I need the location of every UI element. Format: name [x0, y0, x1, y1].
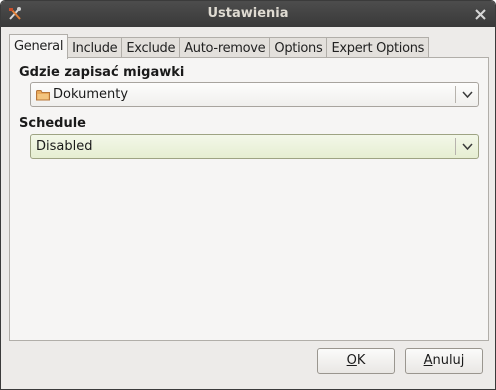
ok-label-rest: K — [356, 353, 366, 368]
tab-bar: General Include Exclude Auto-remove Opti… — [9, 34, 430, 59]
cancel-button[interactable]: Anuluj — [405, 348, 483, 374]
ok-button[interactable]: OK — [317, 348, 395, 374]
schedule-value-wrap: Disabled — [36, 139, 92, 154]
cancel-label-rest: nuluj — [432, 353, 465, 368]
tab-options[interactable]: Options — [269, 37, 328, 58]
snapshot-location-value-wrap: Dokumenty — [36, 87, 128, 102]
tab-exclude[interactable]: Exclude — [121, 37, 181, 58]
close-icon[interactable] — [473, 7, 488, 22]
tab-auto-remove[interactable]: Auto-remove — [179, 37, 271, 58]
snapshot-location-value: Dokumenty — [53, 87, 129, 102]
schedule-combo[interactable]: Disabled — [30, 134, 479, 159]
combo-separator — [455, 138, 456, 155]
title-bar[interactable]: Ustawienia — [1, 1, 495, 27]
chevron-down-icon[interactable] — [462, 142, 473, 151]
settings-notebook: General Include Exclude Auto-remove Opti… — [9, 34, 489, 341]
tab-include[interactable]: Include — [67, 37, 123, 58]
schedule-value: Disabled — [36, 139, 93, 154]
settings-dialog: Ustawienia General Include Exclude Auto-… — [0, 0, 496, 390]
schedule-label: Schedule — [19, 116, 86, 131]
tab-general[interactable]: General — [9, 34, 69, 59]
folder-icon — [36, 89, 50, 100]
general-panel: Gdzie zapisać migawki Dokumenty Schedule — [9, 57, 489, 341]
combo-separator — [455, 86, 456, 103]
window-title: Ustawienia — [207, 6, 289, 21]
snapshot-location-label: Gdzie zapisać migawki — [19, 65, 185, 80]
ok-mnemonic: O — [346, 353, 357, 368]
snapshot-location-combo[interactable]: Dokumenty — [30, 82, 479, 107]
tab-expert-options[interactable]: Expert Options — [326, 37, 430, 58]
chevron-down-icon[interactable] — [462, 90, 473, 99]
